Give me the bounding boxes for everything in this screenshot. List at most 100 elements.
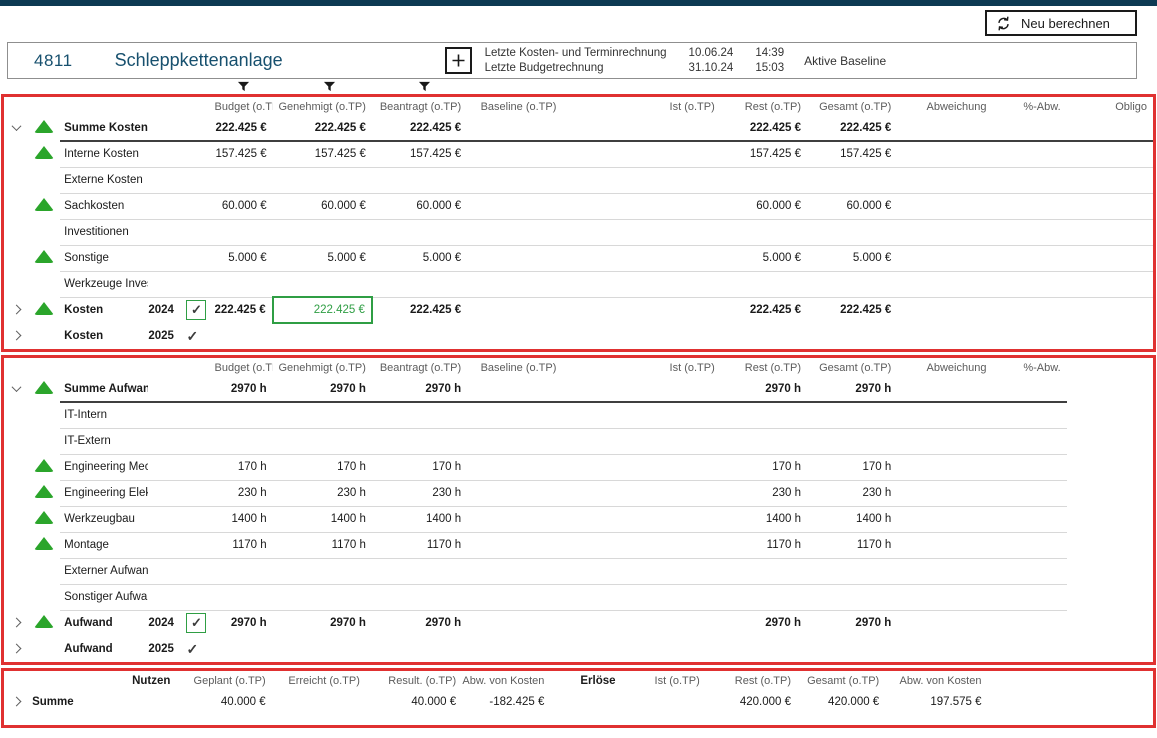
value-cell [1067, 115, 1153, 141]
value-cell: 1170 h [215, 532, 273, 558]
table-row[interactable]: Interne Kosten157.425 €157.425 €157.425 … [4, 141, 1153, 167]
chevron-right-icon[interactable] [11, 618, 21, 628]
last-cost-calc-time: 14:39 [755, 46, 784, 61]
column-header: Beantragt (o.TP) [372, 359, 467, 376]
value-cell [807, 584, 897, 610]
chevron-right-icon[interactable] [11, 697, 21, 707]
last-cost-calc-date: 10.06.24 [689, 46, 734, 61]
chevron-down-icon[interactable] [11, 382, 21, 392]
row-year: 2025 [148, 643, 174, 655]
value-cell [897, 376, 992, 402]
value-cell [897, 245, 992, 271]
value-cell [1067, 245, 1153, 271]
value-cell [467, 245, 562, 271]
row-label: Montage [64, 539, 109, 551]
table-row[interactable]: Sonstiger Aufwand [4, 584, 1153, 610]
value-cell: 157.425 € [807, 141, 897, 167]
table-row[interactable]: Summe40.000 €40.000 €-182.425 €420.000 €… [4, 689, 1153, 715]
chevron-down-icon[interactable] [11, 121, 21, 131]
table-row[interactable]: Werkzeugbau1400 h1400 h1400 h1400 h1400 … [4, 506, 1153, 532]
value-cell [550, 689, 620, 715]
value-cell [897, 323, 992, 349]
table-row[interactable]: Engineering Mechanik170 h170 h170 h170 h… [4, 454, 1153, 480]
table-row[interactable]: Sonstige5.000 €5.000 €5.000 €5.000 €5.00… [4, 245, 1153, 271]
highlighted-value-cell[interactable]: 222.425 € [273, 297, 372, 323]
chevron-right-icon[interactable] [11, 305, 21, 315]
column-header: Budget (o.TP) [215, 359, 273, 376]
year-checkbox[interactable]: ✓ [186, 300, 206, 320]
table-row[interactable]: IT-Intern [4, 402, 1153, 428]
table-row[interactable]: Engineering Elektrik230 h230 h230 h230 h… [4, 480, 1153, 506]
value-cell [467, 167, 562, 193]
value-cell [992, 610, 1066, 636]
value-cell [273, 636, 372, 662]
value-cell [992, 558, 1066, 584]
chevron-right-icon[interactable] [11, 331, 21, 341]
value-cell [96, 689, 176, 715]
value-cell [721, 323, 807, 349]
value-cell [721, 219, 807, 245]
value-cell: 222.425 € [215, 115, 273, 141]
expand-details-button[interactable] [445, 47, 472, 74]
chevron-right-icon[interactable] [11, 644, 21, 654]
table-row[interactable]: Werkzeuge Invest. [4, 271, 1153, 297]
project-header: 4811 Schleppkettenanlage Letzte Kosten- … [7, 42, 1137, 79]
value-cell [897, 141, 992, 167]
trend-up-icon [34, 459, 54, 472]
value-cell: 170 h [372, 454, 467, 480]
table-row[interactable]: Sachkosten60.000 €60.000 €60.000 €60.000… [4, 193, 1153, 219]
year-checkbox[interactable]: ✓ [186, 613, 206, 633]
table-row[interactable]: Investitionen [4, 219, 1153, 245]
filter-icon[interactable] [237, 80, 250, 93]
value-cell [562, 167, 720, 193]
value-cell: 60.000 € [273, 193, 372, 219]
row-label: Sonstige [64, 252, 109, 264]
filter-icon[interactable] [323, 80, 336, 93]
table-row[interactable]: Kosten2025✓ [4, 323, 1153, 349]
column-header: Rest (o.TP) [721, 359, 807, 376]
value-cell: 2970 h [721, 610, 807, 636]
value-cell [467, 532, 562, 558]
value-cell [992, 454, 1066, 480]
value-cell: 157.425 € [372, 141, 467, 167]
value-cell [562, 115, 720, 141]
value-cell [215, 636, 273, 662]
value-cell [467, 558, 562, 584]
value-cell [467, 115, 562, 141]
row-label: Sachkosten [64, 200, 124, 212]
value-cell [372, 636, 467, 662]
value-cell [807, 271, 897, 297]
recalculate-button[interactable]: Neu berechnen [985, 10, 1137, 36]
row-label: IT-Intern [64, 409, 107, 421]
value-cell [467, 584, 562, 610]
table-row[interactable]: Summe Kosten222.425 €222.425 €222.425 €2… [4, 115, 1153, 141]
table-row[interactable]: Aufwand2025✓ [4, 636, 1153, 662]
value-cell: 5.000 € [372, 245, 467, 271]
column-header-row: Budget (o.TP)Genehmigt (o.TP)Beantragt (… [4, 98, 1153, 115]
value-cell [562, 532, 720, 558]
row-label: Kosten [64, 330, 103, 342]
column-header: Geplant (o.TP) [176, 672, 271, 689]
table-row[interactable]: IT-Extern [4, 428, 1153, 454]
value-cell [721, 271, 807, 297]
row-label: Werkzeugbau [64, 513, 135, 525]
table-row[interactable]: Externer Aufwand [4, 558, 1153, 584]
filter-icon[interactable] [418, 80, 431, 93]
table-row[interactable]: Summe Aufwand2970 h2970 h2970 h2970 h297… [4, 376, 1153, 402]
project-id: 4811 [34, 51, 73, 71]
table-row[interactable]: Aufwand2024✓2970 h2970 h2970 h2970 h2970… [4, 610, 1153, 636]
value-cell [992, 506, 1066, 532]
value-cell [215, 584, 273, 610]
table-row[interactable]: Montage1170 h1170 h1170 h1170 h1170 h [4, 532, 1153, 558]
value-cell [897, 506, 992, 532]
trend-up-icon [34, 120, 54, 133]
value-cell [807, 402, 897, 428]
value-cell: 40.000 € [176, 689, 271, 715]
checkmark-icon[interactable]: ✓ [186, 641, 198, 657]
value-cell: 170 h [273, 454, 372, 480]
table-row[interactable]: Externe Kosten [4, 167, 1153, 193]
value-cell: 2970 h [807, 610, 897, 636]
value-cell: 157.425 € [215, 141, 273, 167]
table-row[interactable]: Kosten2024✓222.425 €222.425 €222.425 €22… [4, 297, 1153, 323]
checkmark-icon[interactable]: ✓ [186, 328, 198, 344]
